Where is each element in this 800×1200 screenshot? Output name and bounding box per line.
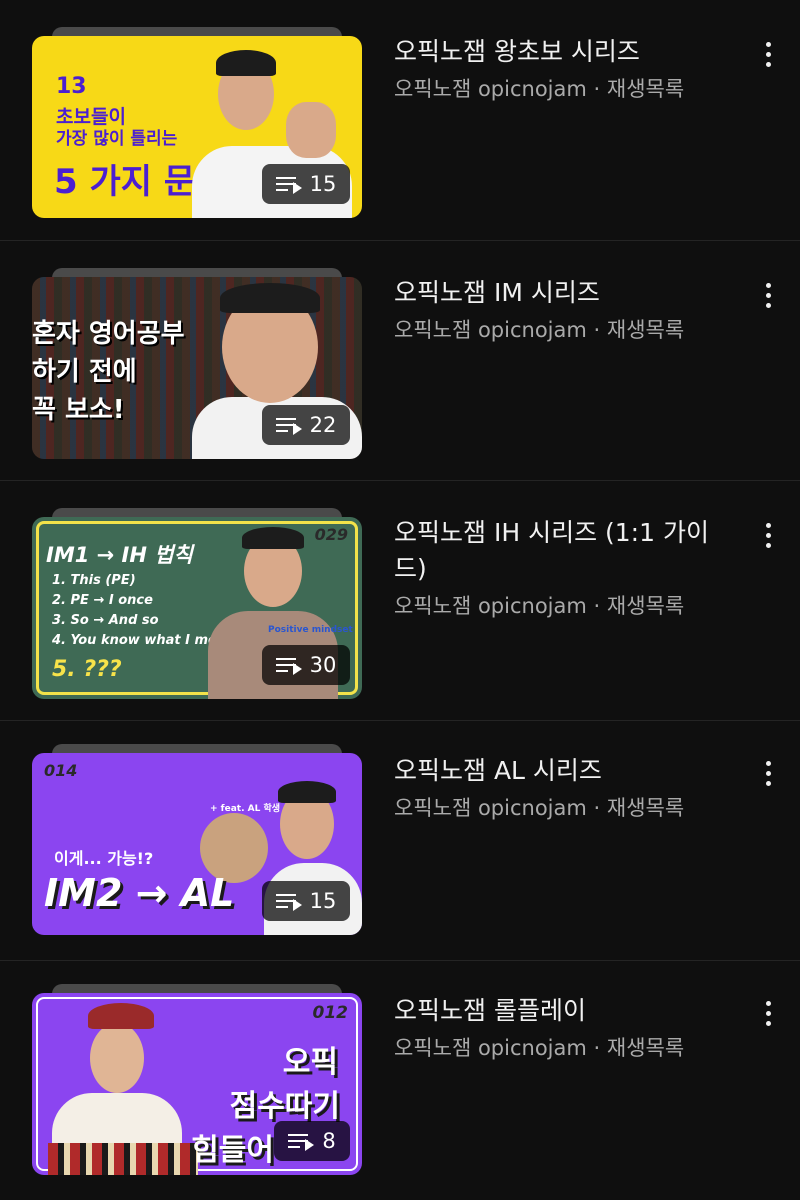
more-options-icon[interactable] [758,995,778,1031]
separator: · [593,77,601,101]
video-count-badge: 15 [262,881,350,921]
thumbnail-line1: 오픽 [282,1045,338,1080]
thumbnail-line3: 힘들어 [191,1133,274,1168]
channel-name[interactable]: 오픽노잼 opicnojam [394,318,587,342]
playlist-icon [275,176,302,194]
video-count-badge: 8 [274,1121,350,1161]
playlist-icon [275,657,302,675]
video-count: 30 [309,653,337,677]
playlist-thumbnail[interactable]: 13 초보들이 가장 많이 틀리는 5 가지 문법 15 [32,27,362,218]
channel-name[interactable]: 오픽노잼 opicnojam [394,77,587,101]
rug-pattern [48,1143,198,1175]
thumbnail-last-item: 5. ??? [52,657,122,682]
video-count: 15 [309,172,337,196]
more-options-icon[interactable] [758,755,778,791]
person-cap [88,1003,154,1029]
thumbnail-number: 13 [56,74,87,99]
more-options-icon[interactable] [758,36,778,72]
video-count-badge: 30 [262,645,350,685]
thumbnail-number: 014 [44,761,78,780]
playlist-subtitle: 오픽노잼 opicnojam · 재생목록 [394,1033,740,1063]
playlist-title[interactable]: 오픽노잼 IH 시리즈 (1:1 가이드) [394,515,740,587]
channel-name[interactable]: 오픽노잼 opicnojam [394,594,587,618]
playlist-kind: 재생목록 [606,77,685,101]
playlist-title[interactable]: 오픽노잼 AL 시리즈 [394,753,740,789]
thumbnail-headline: IM2 → AL [44,871,235,915]
playlist-thumbnail[interactable]: 혼자 영어공부 하기 전에 꼭 보소! 22 [32,268,362,459]
person-hair [220,283,320,313]
playlist-subtitle: 오픽노잼 opicnojam · 재생목록 [394,74,740,104]
playlist-icon [288,1133,315,1151]
playlist-icon [275,893,302,911]
separator: · [593,318,601,342]
thumbnail-line2: 하기 전에 [32,357,137,387]
playlist-item[interactable]: 029 IM1 → IH 법칙 1. This (PE) 2. PE → I o… [0,480,800,720]
playlist-kind: 재생목록 [606,1036,685,1060]
person-hair [216,50,276,76]
playlist-kind: 재생목록 [606,318,685,342]
separator: · [593,796,601,820]
separator: · [593,594,601,618]
separator: · [593,1036,601,1060]
thumbnail-sub: 이게... 가능!? [54,849,154,868]
person-hand [286,102,336,158]
video-count: 22 [309,413,337,437]
playlist-item[interactable]: 13 초보들이 가장 많이 틀리는 5 가지 문법 15 오픽노잼 왕초보 시리… [0,0,800,240]
playlist-title[interactable]: 오픽노잼 왕초보 시리즈 [394,34,740,70]
playlist-title[interactable]: 오픽노잼 IM 시리즈 [394,275,740,311]
more-options-icon[interactable] [758,517,778,553]
video-count: 8 [322,1129,336,1153]
playlist-title[interactable]: 오픽노잼 롤플레이 [394,993,740,1029]
thumbnail-headline: IM1 → IH 법칙 [46,543,193,567]
thumbnail-line2: 점수따기 [229,1089,340,1124]
video-count: 15 [309,889,337,913]
thumbnail-line3: 꼭 보소! [32,395,125,425]
thumbnail-item-2: 2. PE → I once [52,593,153,608]
thumbnail-line2: 가장 많이 틀리는 [56,129,178,149]
thumbnail-number: 012 [312,1003,349,1023]
thumbnail-line1: 혼자 영어공부 [32,319,185,349]
playlist-item[interactable]: 혼자 영어공부 하기 전에 꼭 보소! 22 오픽노잼 IM 시리즈 오픽노잼 … [0,240,800,480]
playlist-kind: 재생목록 [606,796,685,820]
more-options-icon[interactable] [758,277,778,313]
playlist-icon [275,417,302,435]
person-hair [278,781,336,803]
thumbnail-item-1: 1. This (PE) [52,573,136,588]
person-head [90,1023,144,1093]
video-count-badge: 22 [262,405,350,445]
thumbnail-item-3: 3. So → And so [52,613,159,628]
playlist-subtitle: 오픽노잼 opicnojam · 재생목록 [394,591,740,621]
playlist-item[interactable]: 014 + feat. AL 학생 이게... 가능!? IM2 → AL 15… [0,720,800,960]
playlist-item[interactable]: 012 오픽 점수따기 힘들어 8 오픽노잼 롤플레이 오픽노잼 opicnoj… [0,960,800,1200]
playlist-subtitle: 오픽노잼 opicnojam · 재생목록 [394,315,740,345]
person-hair [242,527,304,549]
playlist-thumbnail[interactable]: 029 IM1 → IH 법칙 1. This (PE) 2. PE → I o… [32,508,362,699]
video-count-badge: 15 [262,164,350,204]
channel-name[interactable]: 오픽노잼 opicnojam [394,796,587,820]
thumbnail-note: + feat. AL 학생 [210,804,281,814]
playlist-list: 13 초보들이 가장 많이 틀리는 5 가지 문법 15 오픽노잼 왕초보 시리… [0,0,800,1200]
thumbnail-number: 029 [314,525,348,544]
playlist-thumbnail[interactable]: 014 + feat. AL 학생 이게... 가능!? IM2 → AL 15 [32,744,362,935]
playlist-kind: 재생목록 [606,594,685,618]
playlist-subtitle: 오픽노잼 opicnojam · 재생목록 [394,793,740,823]
thumbnail-tag: Positive mindset [268,625,353,635]
channel-name[interactable]: 오픽노잼 opicnojam [394,1036,587,1060]
playlist-thumbnail[interactable]: 012 오픽 점수따기 힘들어 8 [32,984,362,1175]
